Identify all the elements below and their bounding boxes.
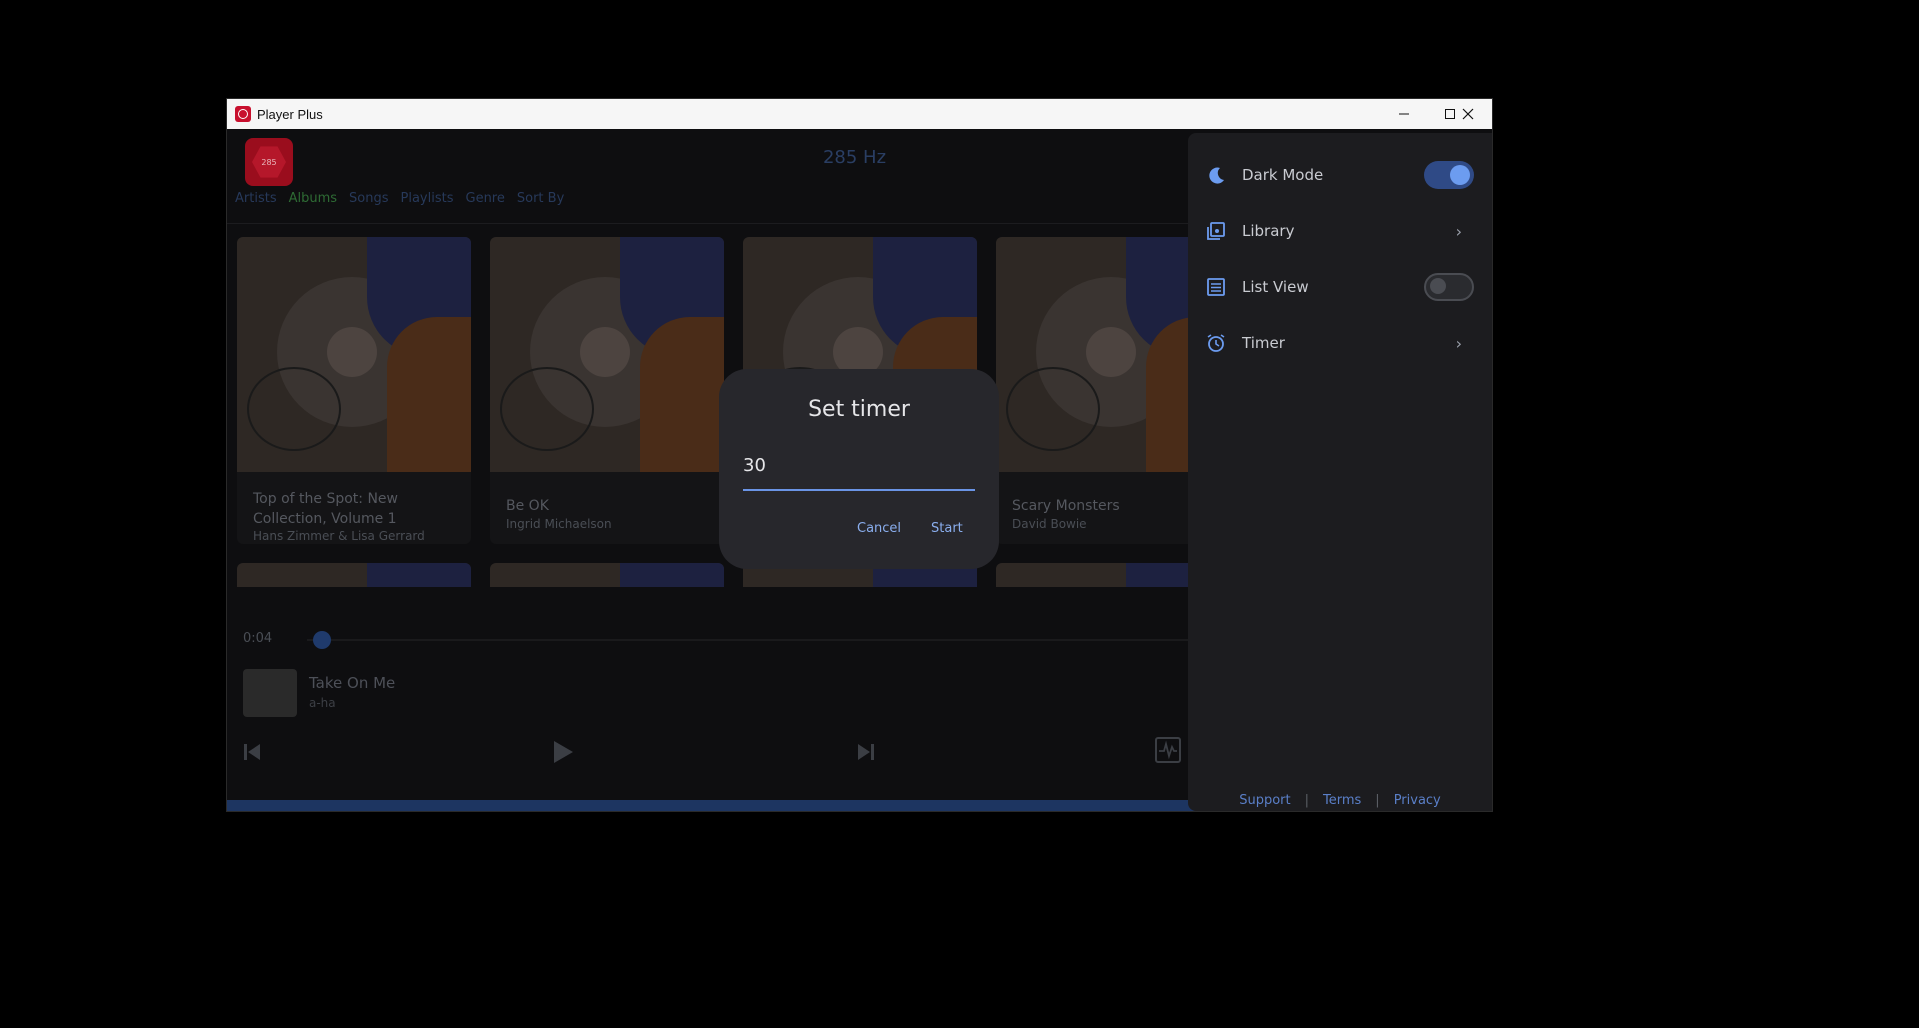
album-title: Be OK bbox=[506, 498, 549, 514]
terms-link[interactable]: Terms bbox=[1323, 793, 1361, 808]
elapsed-time: 0:04 bbox=[243, 631, 273, 646]
dark-mode-toggle[interactable] bbox=[1424, 161, 1474, 189]
tab-sort-by[interactable]: Sort By bbox=[517, 191, 564, 206]
album-card[interactable] bbox=[490, 563, 724, 587]
bottom-accent-bar bbox=[227, 800, 1227, 811]
library-row[interactable]: Library › bbox=[1204, 211, 1474, 251]
skip-forward-icon bbox=[858, 744, 874, 760]
library-icon bbox=[1204, 219, 1228, 243]
timer-minutes-input[interactable] bbox=[743, 455, 975, 476]
album-art bbox=[237, 237, 471, 472]
cancel-button[interactable]: Cancel bbox=[857, 521, 901, 536]
next-button[interactable] bbox=[855, 741, 877, 769]
close-icon bbox=[1462, 108, 1474, 120]
album-artist: Hans Zimmer & Lisa Gerrard bbox=[253, 529, 425, 543]
album-card[interactable]: Be OK Ingrid Michaelson bbox=[490, 237, 724, 544]
album-art bbox=[490, 237, 724, 472]
play-button[interactable] bbox=[549, 739, 575, 771]
start-button[interactable]: Start bbox=[931, 521, 963, 536]
privacy-link[interactable]: Privacy bbox=[1394, 793, 1441, 808]
support-link[interactable]: Support bbox=[1239, 793, 1290, 808]
album-card[interactable] bbox=[237, 563, 471, 587]
list-icon bbox=[1204, 275, 1228, 299]
list-view-row[interactable]: List View bbox=[1204, 267, 1474, 307]
album-title: Scary Monsters bbox=[1012, 498, 1120, 514]
tab-albums[interactable]: Albums bbox=[289, 191, 337, 206]
previous-button[interactable] bbox=[241, 741, 263, 769]
nav-tabs: Artists Albums Songs Playlists Genre Sor… bbox=[235, 191, 564, 206]
chevron-right-icon: › bbox=[1455, 333, 1462, 353]
album-artist: David Bowie bbox=[1012, 517, 1087, 531]
tab-genre[interactable]: Genre bbox=[466, 191, 505, 206]
close-button[interactable] bbox=[1445, 99, 1491, 129]
waveform-icon bbox=[1155, 737, 1181, 763]
tab-songs[interactable]: Songs bbox=[349, 191, 388, 206]
album-artist: Ingrid Michaelson bbox=[506, 517, 612, 531]
album-title: Top of the Spot: New Collection, Volume … bbox=[253, 491, 398, 527]
dialog-title: Set timer bbox=[808, 397, 910, 422]
title-bar: Player Plus bbox=[227, 99, 1492, 129]
alarm-icon bbox=[1204, 331, 1228, 355]
list-view-label: List View bbox=[1242, 278, 1309, 296]
set-timer-dialog: Set timer Cancel Start bbox=[719, 369, 999, 569]
minimize-button[interactable] bbox=[1381, 99, 1427, 129]
app-icon bbox=[235, 106, 251, 122]
play-icon bbox=[554, 741, 573, 763]
now-playing-title: Take On Me bbox=[309, 674, 396, 692]
tab-playlists[interactable]: Playlists bbox=[401, 191, 454, 206]
tab-artists[interactable]: Artists bbox=[235, 191, 277, 206]
seek-thumb[interactable] bbox=[313, 631, 331, 649]
now-playing-artist: a-ha bbox=[309, 696, 336, 710]
settings-drawer: Dark Mode Library › List View Timer › Su… bbox=[1188, 133, 1492, 811]
minimize-icon bbox=[1399, 113, 1409, 115]
timer-label: Timer bbox=[1242, 334, 1285, 352]
skip-back-icon bbox=[244, 744, 260, 760]
drawer-footer: Support | Terms | Privacy bbox=[1239, 793, 1441, 808]
timer-minutes-field[interactable] bbox=[743, 451, 975, 491]
now-playing-art bbox=[243, 669, 297, 717]
chevron-right-icon: › bbox=[1455, 221, 1462, 241]
seek-track[interactable] bbox=[307, 639, 1237, 641]
window-title: Player Plus bbox=[257, 106, 323, 122]
dark-mode-label: Dark Mode bbox=[1242, 166, 1324, 184]
dark-mode-row[interactable]: Dark Mode bbox=[1204, 155, 1474, 195]
library-label: Library bbox=[1242, 222, 1295, 240]
album-card[interactable]: Top of the Spot: New Collection, Volume … bbox=[237, 237, 471, 544]
list-view-toggle[interactable] bbox=[1424, 273, 1474, 301]
moon-icon bbox=[1204, 163, 1228, 187]
timer-row[interactable]: Timer › bbox=[1204, 323, 1474, 363]
equalizer-button[interactable] bbox=[1155, 737, 1181, 769]
